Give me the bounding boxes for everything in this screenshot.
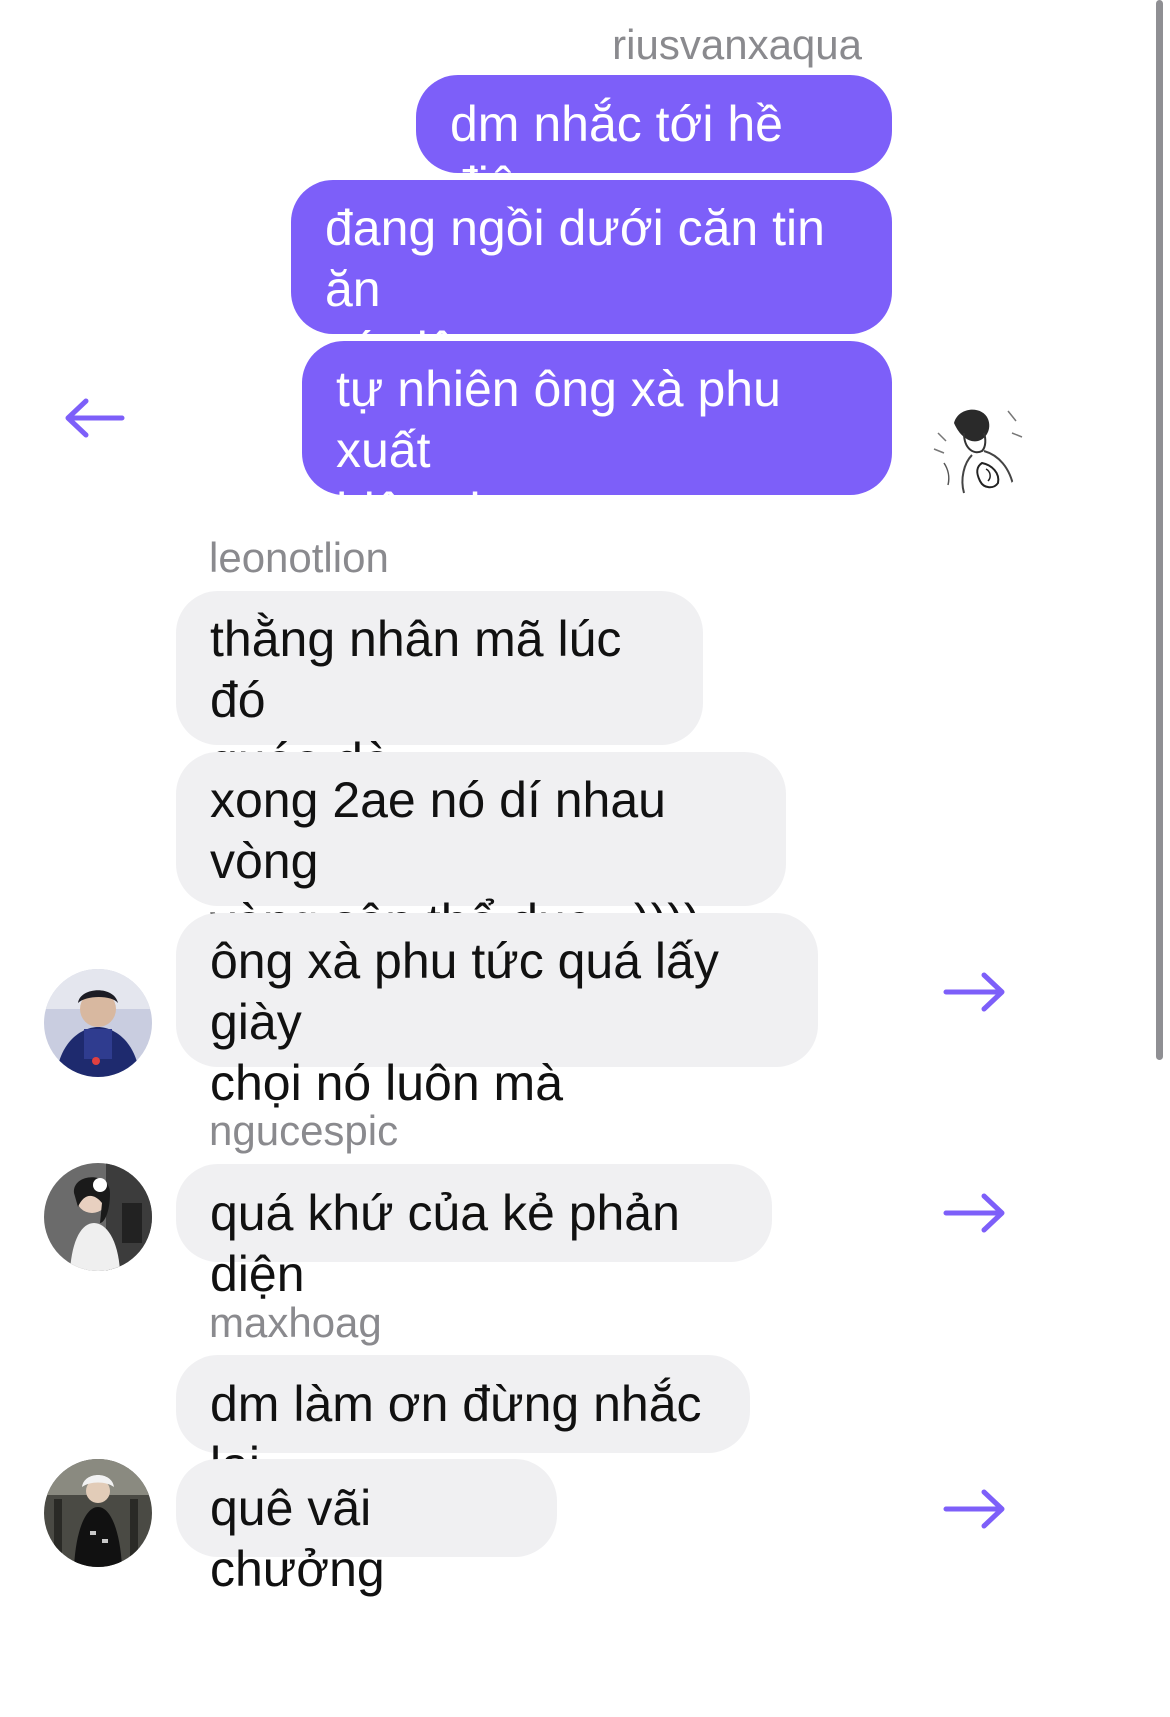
sketch-avatar[interactable] (924, 393, 1028, 497)
sender-name: riusvanxaqua (612, 21, 862, 68)
photo-avatar[interactable] (44, 1459, 152, 1567)
message-bubble[interactable]: quá khứ của kẻ phản diện (176, 1164, 772, 1302)
photo-avatar[interactable] (44, 969, 152, 1077)
chat-thread: riusvanxaqua dm nhắc tới hề điên đang ng… (0, 0, 1170, 1717)
sender-name: leonotlion (209, 534, 389, 581)
message-bubble[interactable]: đang ngồi dưới căn tin ăn cá viên (291, 180, 892, 378)
arrow-right-icon[interactable] (938, 1188, 1010, 1238)
message-bubble[interactable]: thằng nhân mã lúc đó quéo dò (176, 591, 703, 789)
scrollbar[interactable] (1156, 0, 1163, 1060)
arrow-right-icon[interactable] (938, 967, 1010, 1017)
message-bubble[interactable]: ông xà phu tức quá lấy giày chọi nó luôn… (176, 913, 818, 1111)
message-bubble[interactable]: tự nhiên ông xà phu xuất hiện cha (302, 341, 892, 539)
message-bubble[interactable]: dm làm ơn đừng nhắc lại (176, 1355, 750, 1493)
photo-avatar[interactable] (44, 1163, 152, 1271)
message-bubble[interactable]: quê vãi chưởng (176, 1459, 557, 1597)
sender-name: ngucespic (209, 1107, 399, 1154)
arrow-right-icon[interactable] (938, 1484, 1010, 1534)
message-bubble[interactable]: xong 2ae nó dí nhau vòng vòng sân thể dụ… (176, 752, 786, 950)
arrow-left-icon[interactable] (62, 393, 134, 443)
message-bubble[interactable]: dm nhắc tới hề điên (416, 75, 892, 213)
sender-name: maxhoag (209, 1299, 382, 1346)
